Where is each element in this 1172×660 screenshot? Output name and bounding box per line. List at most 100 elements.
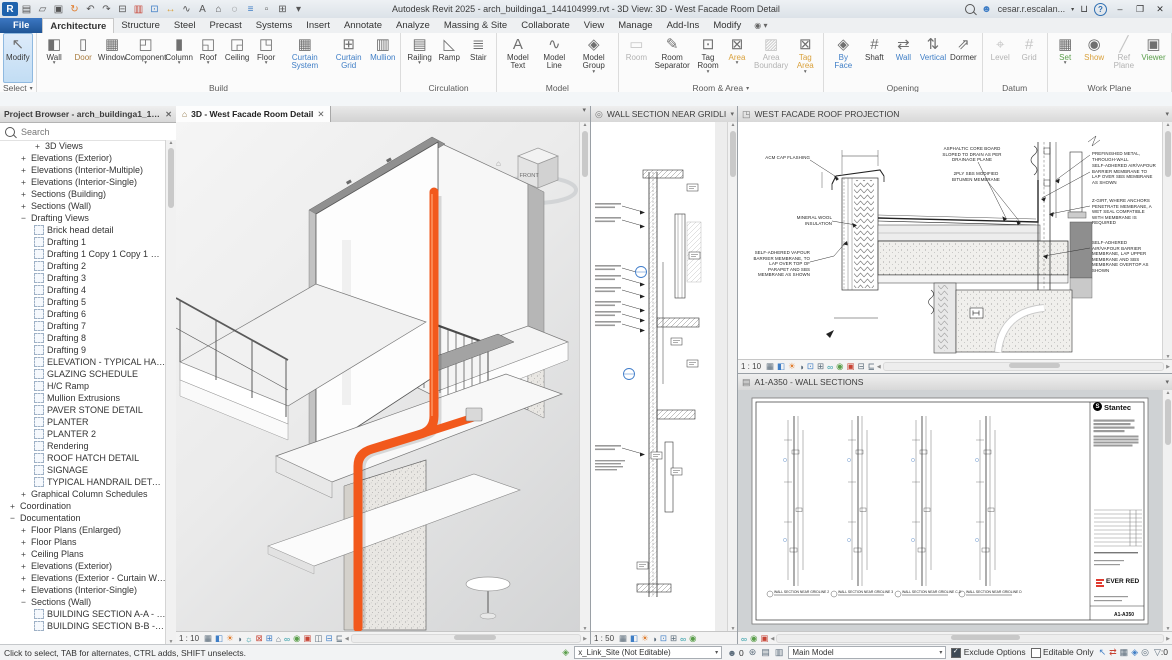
temp-view-properties-icon[interactable]: ▣ (760, 633, 768, 644)
column-button[interactable]: ▮ Column (165, 33, 194, 83)
crop-region-icon[interactable]: ⊞ (817, 361, 824, 372)
tree-item[interactable]: + Elevations (Interior-Single) (0, 584, 166, 596)
shadows-icon[interactable]: ◑ (237, 634, 242, 644)
tree-item[interactable]: − Documentation (0, 512, 166, 524)
measure-icon[interactable]: ▥ (131, 2, 146, 16)
tree-item-icon[interactable] (34, 249, 44, 259)
tree-item[interactable]: + Ceiling Plans (0, 548, 166, 560)
area-boundary-button[interactable]: ▨ Area Boundary (751, 33, 790, 83)
tree-item-icon[interactable] (34, 621, 44, 631)
3d-canvas[interactable]: ⌂ FRONT (176, 122, 580, 632)
search-input[interactable] (19, 125, 171, 138)
shaft-button[interactable]: # Shaft (860, 33, 889, 83)
model-line-button[interactable]: ∿ Model Line (536, 33, 573, 83)
tab-view[interactable]: View (577, 18, 611, 33)
viewer-button[interactable]: ▣ Viewer (1139, 33, 1168, 83)
tree-item-icon[interactable]: + (19, 549, 28, 559)
drag-elements-icon[interactable]: ⇄ (1109, 647, 1117, 658)
scale-button[interactable]: 1 : 10 (179, 634, 199, 643)
user-menu-chevron-icon[interactable]: ▾ (1071, 6, 1074, 13)
modify-button[interactable]: ↖ Modify (3, 33, 33, 83)
scroll-up-icon[interactable]: ▲ (169, 140, 174, 146)
render-dialog-icon[interactable]: ☼ (245, 634, 253, 644)
by-face-button[interactable]: ◈ By Face (827, 33, 860, 83)
sun-path-icon[interactable]: ☀ (226, 633, 234, 644)
save-icon[interactable]: ▣ (51, 2, 66, 16)
tree-item[interactable]: + Sections (Building) (0, 188, 166, 200)
reveal-constraints-icon[interactable]: ⊑ (868, 361, 875, 372)
panel-menu-chevron-icon[interactable]: ▾ (1165, 378, 1169, 386)
wall-button[interactable]: ◧ Wall (40, 33, 69, 83)
print-icon[interactable]: ⊟ (115, 2, 130, 16)
vertical-scrollbar[interactable]: ▲ ▼ (1162, 390, 1172, 632)
tree-item[interactable]: Drafting 3 (0, 272, 166, 284)
reveal-hidden-icon[interactable]: ◉ (293, 633, 300, 644)
tree-item[interactable]: + Elevations (Exterior - Curtain Wall) (0, 572, 166, 584)
tab-structure[interactable]: Structure (114, 18, 167, 33)
tab-precast[interactable]: Precast (203, 18, 249, 33)
detail-level-icon[interactable]: ▦ (204, 633, 212, 644)
dimension-icon[interactable]: ↔ (163, 2, 178, 16)
detail-level-icon[interactable]: ▦ (619, 633, 627, 644)
scale-button[interactable]: 1 : 50 (594, 634, 614, 643)
round-table[interactable] (465, 576, 511, 620)
vertical-scrollbar[interactable]: ▲ ▼ (579, 122, 590, 632)
close-button[interactable]: ✕ (1153, 4, 1167, 15)
show-button[interactable]: ◉ Show (1080, 33, 1109, 83)
modify-select-icon[interactable]: ⊡ (147, 2, 162, 16)
tree-item[interactable]: ELEVATION - TYPICAL HANDRAIL (0, 356, 166, 368)
room-separator-button[interactable]: ✎ Room Separator (651, 33, 694, 83)
tree-item[interactable]: Rendering (0, 440, 166, 452)
room-button[interactable]: ▭ Room (622, 33, 651, 83)
tree-item[interactable]: Mullion Extrusions (0, 392, 166, 404)
revit-logo[interactable]: R (2, 2, 18, 16)
horizontal-scrollbar[interactable]: ◀ ▶ (877, 362, 1170, 371)
panel-menu-chevron-icon[interactable]: ▾ (1165, 110, 1169, 118)
tree-item-icon[interactable]: + (8, 501, 17, 511)
tree-item[interactable]: SIGNAGE (0, 464, 166, 476)
tree-item-icon[interactable]: − (19, 597, 28, 607)
default-3d-view-icon[interactable]: ⌂ (211, 2, 226, 16)
worksharing-display-icon[interactable]: ◫ (315, 633, 323, 644)
active-design-option-select[interactable]: Main Model ▾ (788, 646, 947, 659)
tree-item[interactable]: + Floor Plans (0, 536, 166, 548)
curtain-system-button[interactable]: ▦ Curtain System (281, 33, 329, 83)
worksets-icon[interactable]: ⊛ (749, 647, 757, 658)
detail-level-icon[interactable]: ▦ (766, 361, 774, 372)
tree-item-icon[interactable]: + (19, 189, 28, 199)
area-button[interactable]: ⊠ Area (722, 33, 751, 83)
vertical-scrollbar[interactable]: ▲ ▼ (1162, 122, 1172, 360)
visual-style-icon[interactable]: ◧ (215, 633, 223, 644)
tree-item-icon[interactable]: + (19, 153, 28, 163)
tag-room-button[interactable]: ⊡ Tag Room (693, 33, 722, 83)
reveal-hidden-icon[interactable]: ◉ (836, 361, 843, 372)
tree-item-icon[interactable] (34, 477, 44, 487)
crop-view-icon[interactable]: ⊡ (807, 361, 814, 372)
tree-item[interactable]: BUILDING SECTION B-B - Callout (0, 620, 166, 632)
grid-button[interactable]: # Grid (1015, 33, 1044, 83)
roof-button[interactable]: ◱ Roof (194, 33, 223, 83)
lock-3d-view-icon[interactable]: ⌂ (276, 634, 281, 644)
tree-item[interactable]: TYPICAL HANDRAIL DETAILS (0, 476, 166, 488)
tree-item-icon[interactable] (34, 225, 44, 235)
home-icon[interactable]: ▤ (19, 2, 34, 16)
editable-only-checkbox[interactable]: Editable Only (1030, 647, 1094, 658)
tree-item[interactable]: + Graphical Column Schedules (0, 488, 166, 500)
reveal-hidden-icon[interactable]: ◉ (750, 633, 757, 644)
sheet-canvas[interactable]: S Stantec EVER RED A1-A350 WALL SECTION … (738, 390, 1163, 632)
tree-item-icon[interactable] (34, 405, 44, 415)
tree-item[interactable]: − Drafting Views (0, 212, 166, 224)
ramp-button[interactable]: ◺ Ramp (435, 33, 464, 83)
modify-context-icon[interactable]: ◉ ▾ (748, 18, 767, 33)
crop-view-icon[interactable]: ⊠ (256, 633, 263, 644)
tree-item-icon[interactable]: + (19, 525, 28, 535)
reveal-hidden-icon[interactable]: ◉ (689, 633, 696, 644)
tab-addins[interactable]: Add-Ins (660, 18, 707, 33)
tree-item[interactable]: BUILDING SECTION A-A - Callout (0, 608, 166, 620)
crop-region-icon[interactable]: ⊞ (670, 633, 677, 644)
tree-item-icon[interactable] (34, 393, 44, 403)
tree-item[interactable]: PAVER STONE DETAIL (0, 404, 166, 416)
tree-item-icon[interactable] (34, 273, 44, 283)
door-button[interactable]: ▯ Door (69, 33, 98, 83)
curtain-grid-button[interactable]: ⊞ Curtain Grid (329, 33, 368, 83)
